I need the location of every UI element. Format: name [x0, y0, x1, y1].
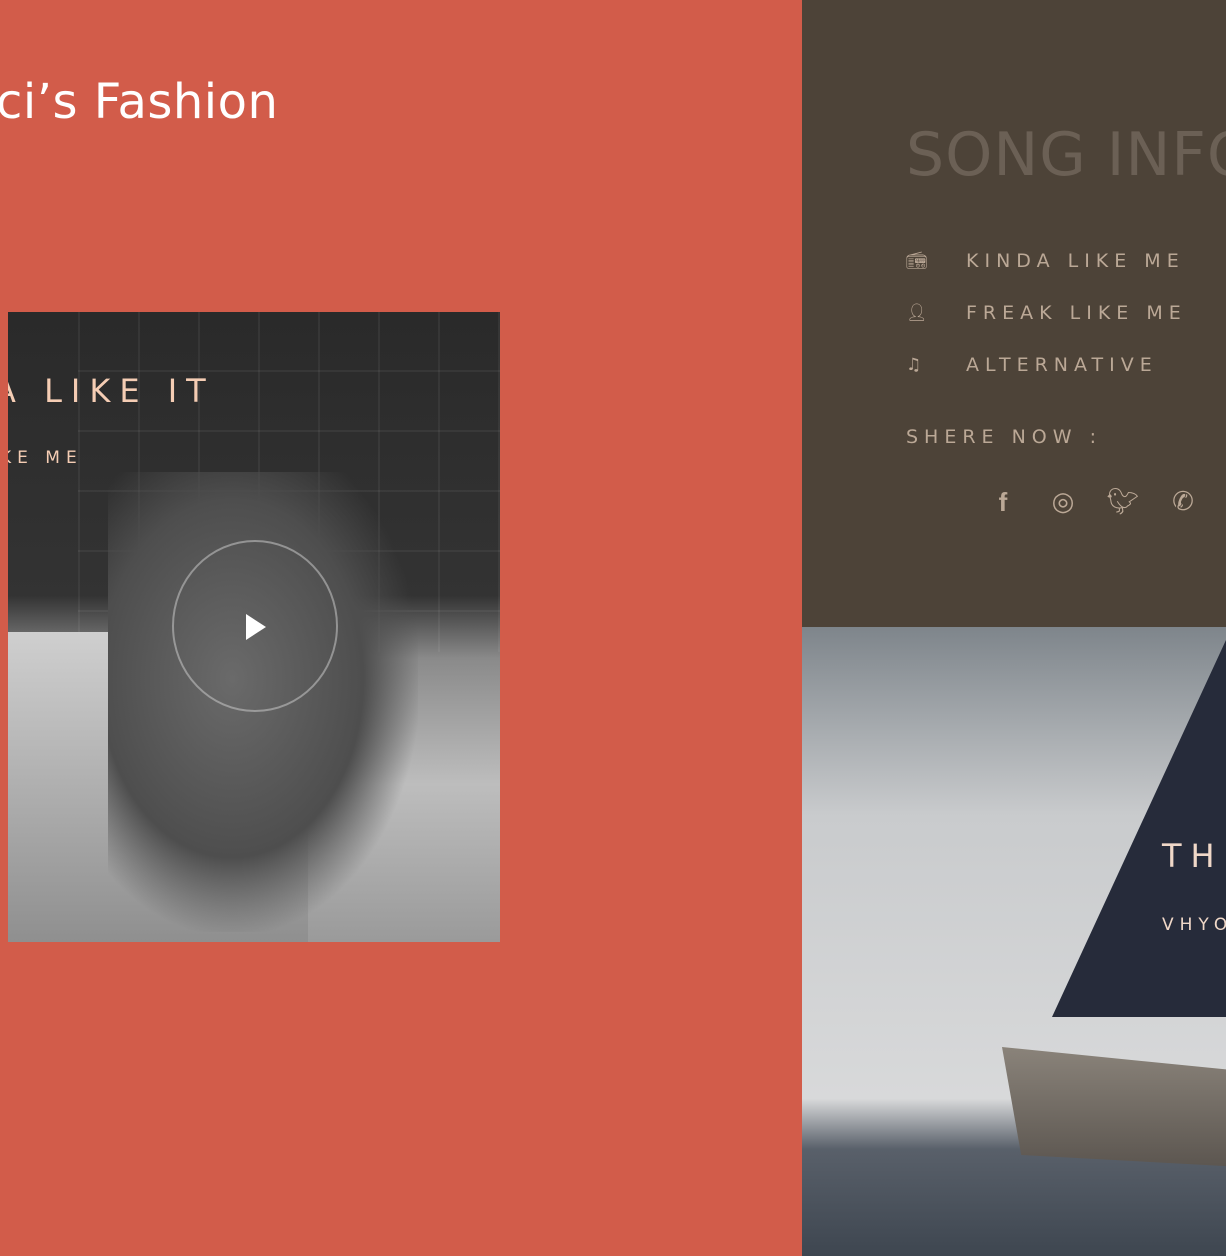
facebook-icon[interactable]: f — [988, 486, 1018, 518]
info-label: ALTERNATIVE — [966, 354, 1158, 376]
info-item-genre: ♫ ALTERNATIVE — [906, 353, 1158, 377]
info-item-song: 📻︎ KINDA LIKE ME — [906, 249, 1185, 273]
card-subtitle: KE ME — [8, 448, 83, 468]
song-info-heading: SONG INFO — [906, 120, 1226, 190]
user-icon: 👤︎ — [906, 303, 928, 323]
share-label: SHERE NOW : — [906, 426, 1102, 448]
song-info-panel: SONG INFO 📻︎ KINDA LIKE ME 👤︎ FREAK LIKE… — [802, 0, 1226, 627]
sea-card-title: THE — [1162, 837, 1226, 875]
play-button[interactable] — [172, 540, 338, 712]
fashion-video-card[interactable]: A LIKE IT KE ME — [8, 312, 500, 942]
whatsapp-icon[interactable]: ✆ — [1168, 486, 1198, 518]
info-label: FREAK LIKE ME — [966, 302, 1187, 324]
play-icon — [246, 614, 266, 640]
sailboat-card[interactable]: THE VHYO — [802, 627, 1226, 1256]
social-links: f ◎ 🐦︎ ✆ — [988, 486, 1198, 518]
radio-icon: 📻︎ — [906, 251, 928, 271]
instagram-icon[interactable]: ◎ — [1048, 486, 1078, 518]
boat-hull-image — [1002, 1047, 1226, 1167]
left-panel: ci’s Fashion A LIKE IT KE ME — [0, 0, 802, 1256]
info-item-artist: 👤︎ FREAK LIKE ME — [906, 301, 1187, 325]
sea-card-subtitle: VHYO — [1162, 915, 1226, 935]
music-icon: ♫ — [906, 355, 922, 375]
info-label: KINDA LIKE ME — [966, 250, 1185, 272]
page-title: ci’s Fashion — [0, 74, 279, 130]
card-title: A LIKE IT — [8, 372, 215, 410]
twitter-icon[interactable]: 🐦︎ — [1107, 486, 1140, 518]
